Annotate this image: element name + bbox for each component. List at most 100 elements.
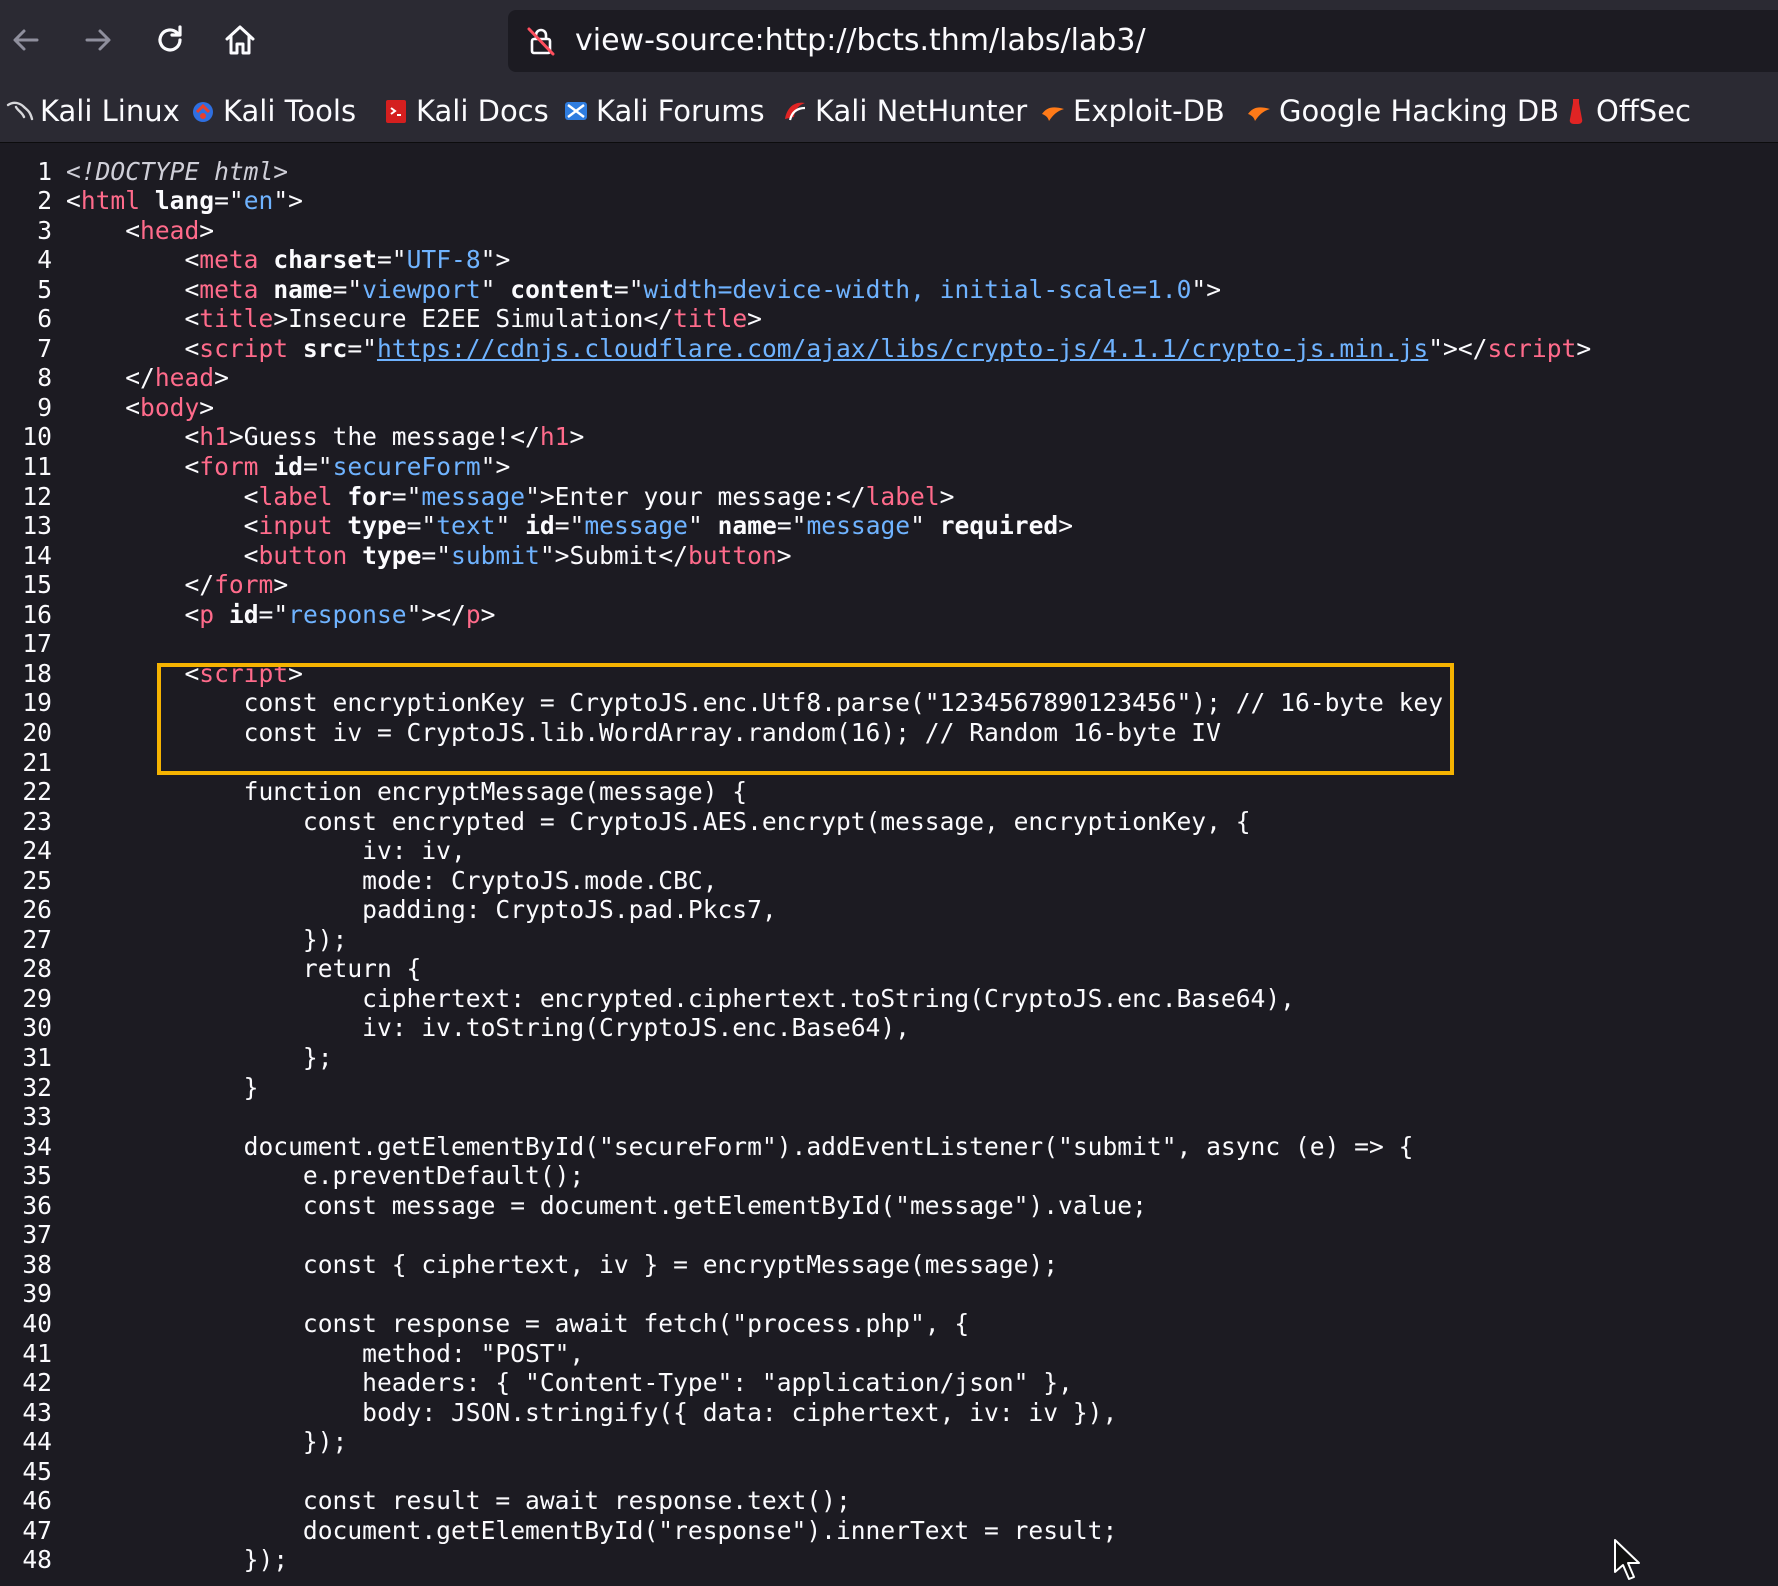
bookmark-exploit-db[interactable]: Exploit-DB: [1039, 80, 1225, 142]
bookmark-google-hacking-db[interactable]: Google Hacking DB: [1245, 80, 1559, 142]
kali-forums-icon: [562, 97, 590, 125]
code-text: =": [214, 186, 244, 216]
back-button[interactable]: [6, 20, 46, 60]
exploit-db-icon: [1039, 97, 1067, 125]
source-line: 22 function encryptMessage(message) {: [0, 777, 1778, 807]
code-text: ": [480, 274, 511, 304]
line-code: mode: CryptoJS.mode.CBC,: [66, 866, 717, 896]
code-text: >: [776, 540, 792, 570]
source-line: 38 const { ciphertext, iv } = encryptMes…: [0, 1250, 1778, 1280]
line-code: iv: iv.toString(CryptoJS.enc.Base64),: [66, 1013, 910, 1043]
code-text: "></: [1428, 333, 1488, 363]
code-text: </: [66, 570, 215, 600]
line-number: 9: [37, 392, 52, 422]
attribute-value: response: [288, 599, 407, 629]
tag-name: script: [1487, 333, 1577, 363]
source-line: 28 return {: [0, 954, 1778, 984]
line-number: 10: [22, 422, 52, 452]
code-text: =": [332, 274, 363, 304]
line-number: 8: [37, 363, 52, 393]
line-number: 47: [22, 1515, 52, 1545]
line-code: e.preventDefault();: [66, 1161, 584, 1191]
browser-toolbar: view-source:http://bcts.thm/labs/lab3/: [0, 0, 1778, 80]
code-text: ">Submit</: [539, 540, 688, 570]
code-text: body: JSON.stringify({ data: ciphertext,…: [66, 1397, 1118, 1427]
code-text: const { ciphertext, iv } = encryptMessag…: [66, 1249, 1059, 1279]
tag-name: button: [687, 540, 777, 570]
tag-name: h1: [539, 422, 570, 452]
source-line: 37: [0, 1220, 1778, 1250]
source-line: 36 const message = document.getElementBy…: [0, 1191, 1778, 1221]
line-number: 36: [22, 1190, 52, 1220]
bookmark-kali-forums[interactable]: Kali Forums: [562, 80, 765, 142]
tag-name: label: [258, 481, 333, 511]
home-icon: [225, 25, 255, 55]
source-line: 47 document.getElementById("response").i…: [0, 1516, 1778, 1546]
line-number: 43: [22, 1397, 52, 1427]
insecure-lock-icon[interactable]: [526, 26, 556, 60]
line-number: 20: [22, 717, 52, 747]
bookmark-kali-nethunter[interactable]: Kali NetHunter: [781, 80, 1027, 142]
line-number: 14: [22, 540, 52, 570]
reload-icon: [158, 25, 182, 52]
line-code: <p id="response"></p>: [66, 600, 495, 630]
bookmark-offsec[interactable]: OffSec: [1562, 80, 1691, 142]
code-text: document.getElementById("secureForm").ad…: [66, 1131, 1414, 1161]
code-text: >: [1576, 333, 1592, 363]
line-code: </form>: [66, 570, 288, 600]
line-number: 15: [22, 570, 52, 600]
line-code: <meta charset="UTF-8">: [66, 245, 510, 275]
source-link[interactable]: https://cdnjs.cloudflare.com/ajax/libs/c…: [377, 334, 1428, 363]
reload-button[interactable]: [150, 20, 190, 60]
url-bar[interactable]: view-source:http://bcts.thm/labs/lab3/: [508, 10, 1778, 72]
attribute-name: type: [347, 511, 407, 541]
code-text: <: [66, 392, 141, 422]
line-number: 48: [22, 1545, 52, 1575]
attribute-name: type: [362, 540, 422, 570]
url-text[interactable]: view-source:http://bcts.thm/labs/lab3/: [575, 10, 1146, 72]
line-code: <form id="secureForm">: [66, 452, 510, 482]
code-text: =": [421, 540, 452, 570]
source-line: 35 e.preventDefault();: [0, 1161, 1778, 1191]
source-line: 12 <label for="message">Enter your messa…: [0, 482, 1778, 512]
forward-button[interactable]: [78, 20, 118, 60]
kali-tools-icon: [189, 97, 217, 125]
tag-name: label: [865, 481, 940, 511]
code-text: }: [66, 1072, 259, 1102]
tag-name: meta: [199, 274, 259, 304]
source-line: 39: [0, 1279, 1778, 1309]
mouse-cursor-icon: [1613, 1538, 1643, 1586]
doctype: <!DOCTYPE html>: [66, 156, 289, 186]
bookmark-kali-tools[interactable]: Kali Tools: [189, 80, 356, 142]
source-line: 15 </form>: [0, 570, 1778, 600]
line-code: const { ciphertext, iv } = encryptMessag…: [66, 1250, 1058, 1280]
line-code: <input type="text" id="message" name="me…: [66, 511, 1073, 541]
line-code: function encryptMessage(message) {: [66, 777, 747, 807]
line-number: 7: [37, 333, 52, 363]
line-code: };: [66, 1043, 333, 1073]
tag-name: title: [673, 304, 748, 334]
highlight-box: [157, 663, 1454, 775]
line-code: document.getElementById("response").inne…: [66, 1516, 1117, 1546]
source-line: 10 <h1>Guess the message!</h1>: [0, 422, 1778, 452]
line-number: 40: [22, 1308, 52, 1338]
line-number: 1: [37, 156, 52, 186]
bookmark-kali-linux[interactable]: Kali Linux: [6, 80, 180, 142]
tag-name: meta: [199, 245, 259, 275]
source-line: 5 <meta name="viewport" content="width=d…: [0, 275, 1778, 305]
source-line: 9 <body>: [0, 393, 1778, 423]
home-button[interactable]: [220, 20, 260, 60]
attribute-name: lang: [154, 186, 215, 216]
line-number: 2: [37, 186, 52, 216]
bookmarks-toolbar: Kali Linux Kali Tools Kali Docs Kali For…: [0, 80, 1778, 143]
bookmark-kali-docs[interactable]: Kali Docs: [382, 80, 549, 142]
code-text: ": [687, 511, 718, 541]
code-text: const encrypted = CryptoJS.AES.encrypt(m…: [66, 806, 1251, 836]
source-line: 32 }: [0, 1073, 1778, 1103]
code-text: const result = await response.text();: [66, 1486, 851, 1516]
